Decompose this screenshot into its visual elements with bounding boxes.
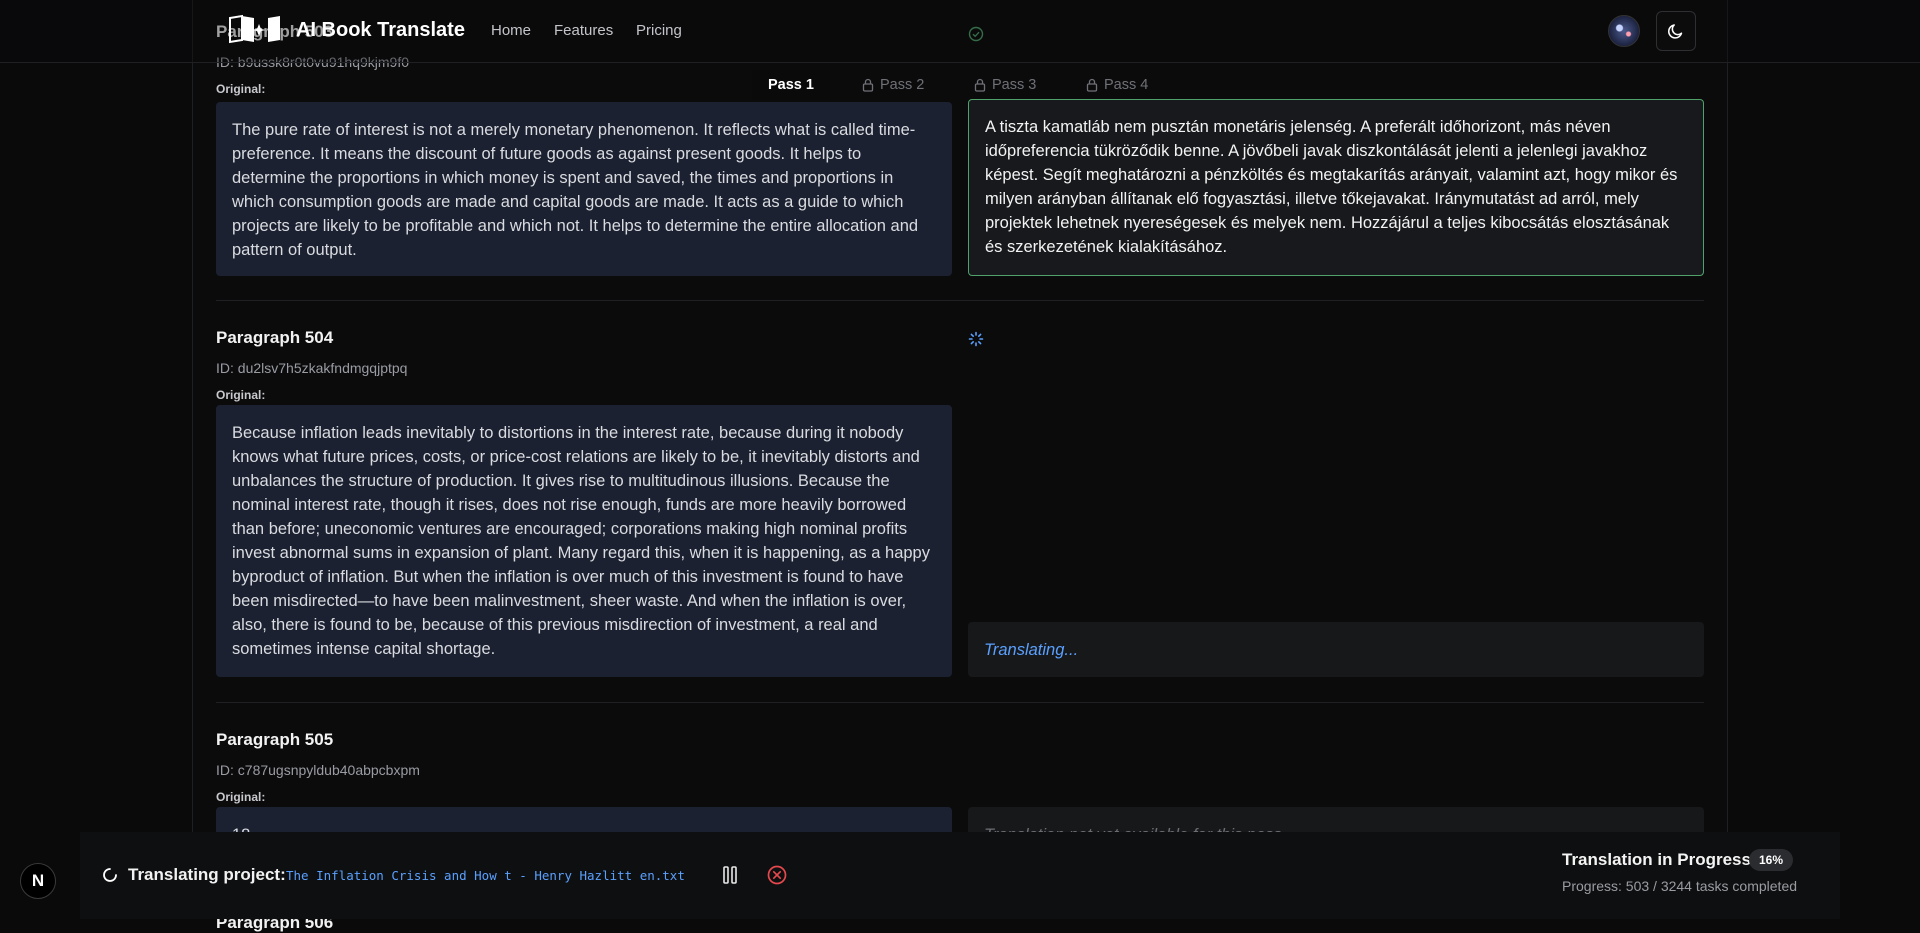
theme-toggle-button[interactable] <box>1656 11 1696 51</box>
divider <box>216 300 1704 301</box>
tab-label: Pass 4 <box>1104 77 1149 93</box>
original-text: Because inflation leads inevitably to di… <box>216 405 952 677</box>
logo-icon[interactable] <box>228 14 284 46</box>
lock-icon <box>862 78 874 92</box>
tab-label: Pass 3 <box>992 77 1037 93</box>
lock-icon <box>1086 78 1098 92</box>
dev-badge[interactable]: N <box>20 863 56 899</box>
loader-icon <box>103 868 117 882</box>
translation-text[interactable]: A tiszta kamatláb nem pusztán monetáris … <box>968 99 1704 276</box>
progress-text: Progress: 503 / 3244 tasks completed <box>1562 878 1798 894</box>
tab-label: Pass 2 <box>880 77 925 93</box>
progress-title: Translation in Progress <box>1562 850 1751 869</box>
pause-icon[interactable] <box>720 864 740 886</box>
project-label: Translating project: <box>128 865 286 884</box>
spinner-icon <box>968 331 984 347</box>
paragraph-id: ID: du2lsv7h5zkakfndmgqjptpq <box>216 360 408 376</box>
nav-features[interactable]: Features <box>554 22 613 39</box>
original-label: Original: <box>216 790 266 804</box>
tab-pass-1[interactable]: Pass 1 <box>752 70 830 100</box>
divider <box>216 702 1704 703</box>
moon-icon <box>1668 24 1683 39</box>
original-label: Original: <box>216 388 266 402</box>
percent-badge: 16% <box>1749 849 1794 871</box>
tab-pass-2[interactable]: Pass 2 <box>861 70 924 100</box>
nav-home[interactable]: Home <box>491 22 531 39</box>
translation-status: Translating... <box>968 622 1704 677</box>
project-file-name[interactable]: The Inflation Crisis and How t - Henry H… <box>286 868 685 883</box>
original-label: Original: <box>216 82 266 96</box>
nav-pricing[interactable]: Pricing <box>636 22 682 39</box>
tab-pass-3[interactable]: Pass 3 <box>973 70 1036 100</box>
paragraph-title: Paragraph 505 <box>216 730 334 749</box>
tab-pass-4[interactable]: Pass 4 <box>1085 70 1148 100</box>
paragraph-title: Paragraph 504 <box>216 328 334 347</box>
avatar[interactable] <box>1608 15 1640 47</box>
lock-icon <box>974 78 986 92</box>
cancel-icon[interactable] <box>766 864 788 886</box>
top-navbar: AI Book Translate Home Features Pricing <box>0 0 1920 63</box>
original-text: The pure rate of interest is not a merel… <box>216 102 952 276</box>
paragraph-id: ID: c787ugsnpyldub40abpcbxpm <box>216 762 420 778</box>
brand-name[interactable]: AI Book Translate <box>296 19 465 42</box>
